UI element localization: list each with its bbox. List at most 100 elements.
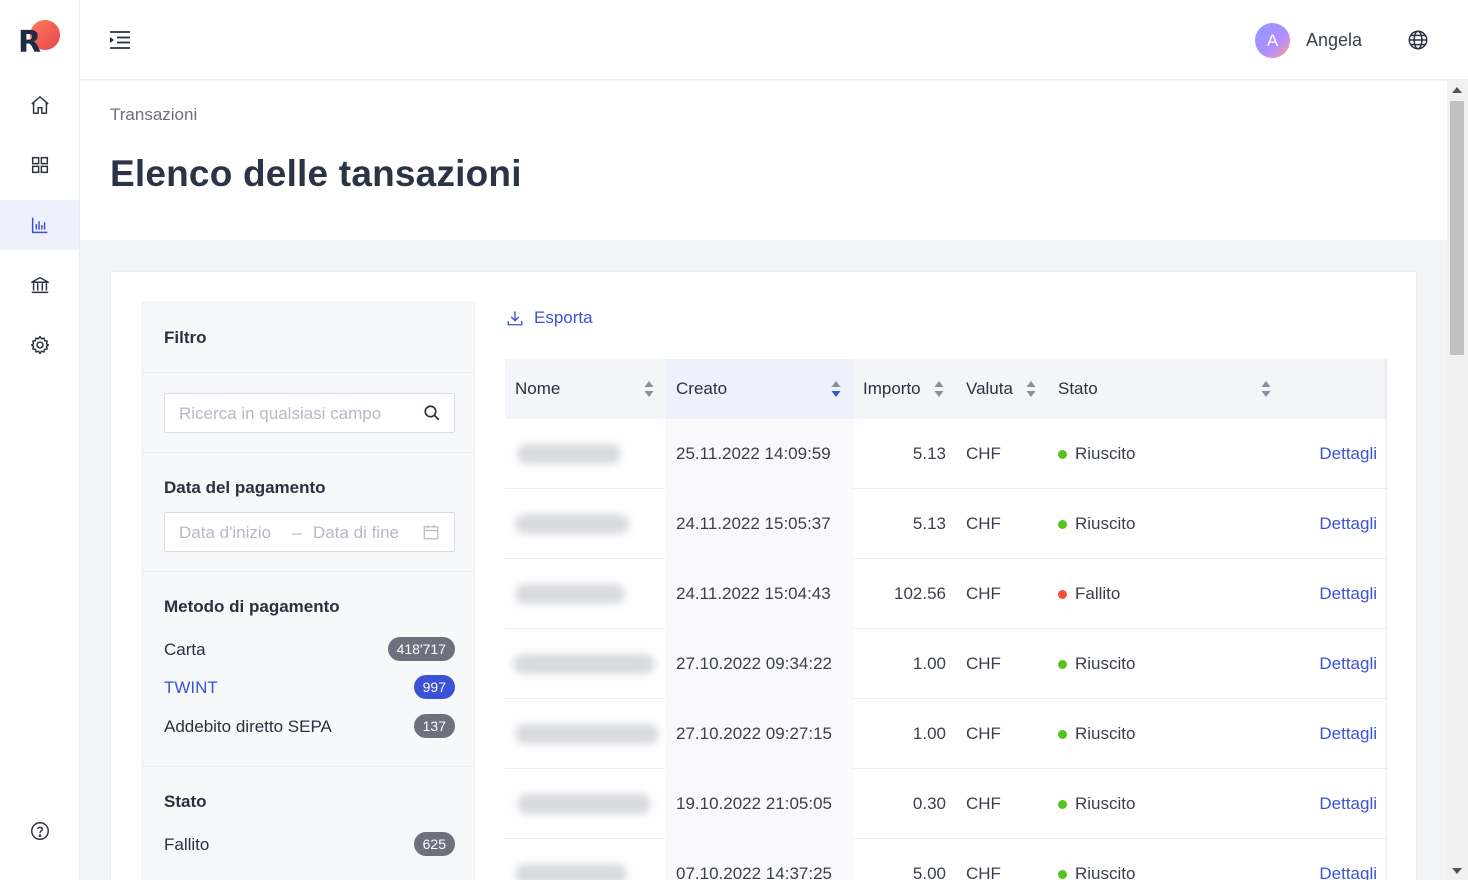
- status-label: Fallito: [164, 835, 210, 854]
- method-option-sepa[interactable]: Addebito diretto SEPA 137: [164, 714, 455, 740]
- cell-status: Riuscito: [1058, 699, 1258, 769]
- table-row[interactable]: 27.10.2022 09:27:15 1.00 CHF Riuscito De…: [505, 699, 1387, 769]
- table-header: Nome Creato Importo Valuta Stato: [505, 359, 1387, 419]
- search-placeholder: Ricerca in qualsiasi campo: [179, 404, 382, 423]
- status-option-failed[interactable]: Fallito 625: [164, 832, 455, 858]
- cell-amount: 1.00: [912, 654, 946, 673]
- column-header-name[interactable]: Nome: [505, 359, 665, 419]
- user-name[interactable]: Angela: [1306, 30, 1362, 51]
- export-button[interactable]: Esporta: [506, 305, 593, 331]
- grid-icon: [31, 156, 48, 174]
- table-row[interactable]: 27.10.2022 09:34:22 1.00 CHF Riuscito De…: [505, 629, 1387, 699]
- filter-panel: Filtro Ricerca in qualsiasi campo Data d…: [142, 302, 475, 880]
- column-label: Stato: [1058, 379, 1098, 398]
- table-edge-shadow: [1385, 359, 1389, 880]
- sort-icon[interactable]: [831, 380, 841, 398]
- table-row[interactable]: 24.11.2022 15:05:37 5.13 CHF Riuscito De…: [505, 489, 1387, 559]
- search-icon[interactable]: [423, 404, 441, 422]
- date-range-input[interactable]: Data d'inizio – Data di fine: [164, 512, 455, 552]
- filter-date-section: Data del pagamento Data d'inizio – Data …: [143, 453, 474, 572]
- status-success-dot: [1058, 869, 1067, 879]
- status-text: Riuscito: [1075, 654, 1136, 673]
- cell-created: 25.11.2022 14:09:59: [665, 419, 853, 489]
- method-label: TWINT: [164, 678, 218, 697]
- sidebar-item-settings[interactable]: [0, 320, 79, 370]
- home-icon: [30, 96, 49, 114]
- table-row[interactable]: 25.11.2022 14:09:59 5.13 CHF Riuscito De…: [505, 419, 1387, 489]
- column-header-amount[interactable]: Importo: [853, 359, 955, 419]
- sidebar-item-bank[interactable]: [0, 260, 79, 310]
- column-label: Importo: [863, 379, 921, 398]
- cell-amount: 5.13: [912, 444, 946, 463]
- date-separator: –: [292, 523, 302, 542]
- filter-status-section: Stato Fallito 625: [143, 767, 474, 880]
- menu-toggle-icon[interactable]: [108, 28, 132, 52]
- method-label: Addebito diretto SEPA: [164, 717, 332, 736]
- sort-icon[interactable]: [644, 380, 654, 398]
- cell-currency: CHF: [966, 444, 1001, 463]
- cell-created: 27.10.2022 09:34:22: [665, 629, 853, 699]
- cell-amount: 102.56: [894, 584, 946, 603]
- calendar-icon[interactable]: [422, 523, 440, 541]
- filter-status-title: Stato: [164, 792, 207, 811]
- avatar-initial: A: [1266, 30, 1279, 50]
- scroll-thumb[interactable]: [1450, 101, 1464, 355]
- page-scrollbar[interactable]: [1447, 81, 1468, 880]
- sort-icon[interactable]: [934, 380, 944, 398]
- filter-search-section: Ricerca in qualsiasi campo: [143, 373, 474, 453]
- status-success-dot: [1058, 449, 1067, 459]
- details-link[interactable]: Dettagli: [1305, 559, 1377, 629]
- status-text: Riuscito: [1075, 794, 1136, 813]
- filter-header: Filtro: [143, 303, 474, 373]
- breadcrumb[interactable]: Transazioni: [110, 105, 197, 125]
- search-input[interactable]: Ricerca in qualsiasi campo: [164, 393, 455, 433]
- details-link[interactable]: Dettagli: [1305, 699, 1377, 769]
- details-link[interactable]: Dettagli: [1305, 839, 1377, 880]
- filter-method-title: Metodo di pagamento: [164, 597, 340, 616]
- chart-icon: [31, 217, 47, 234]
- sidebar-item-help[interactable]: [0, 806, 79, 856]
- cell-created: 24.11.2022 15:04:43: [665, 559, 853, 629]
- details-link[interactable]: Dettagli: [1305, 769, 1377, 839]
- sort-icon[interactable]: [1261, 380, 1271, 398]
- redacted-name: [513, 654, 655, 674]
- logo-letter: R: [18, 25, 42, 60]
- column-label: Nome: [515, 379, 561, 398]
- sidebar-item-home[interactable]: [0, 80, 79, 130]
- table-row[interactable]: 19.10.2022 21:05:05 0.30 CHF Riuscito De…: [505, 769, 1387, 839]
- method-label: Carta: [164, 640, 206, 659]
- count-badge: 625: [413, 832, 455, 856]
- download-icon: [507, 311, 523, 326]
- top-bar: A Angela: [80, 0, 1468, 80]
- column-header-status[interactable]: Stato: [1047, 359, 1387, 419]
- details-link[interactable]: Dettagli: [1305, 419, 1377, 489]
- cell-amount: 5.00: [912, 864, 946, 880]
- table-row[interactable]: 24.11.2022 15:04:43 102.56 CHF Fallito D…: [505, 559, 1387, 629]
- cell-created: 19.10.2022 21:05:05: [665, 769, 853, 839]
- app-logo[interactable]: R: [18, 20, 62, 64]
- sidebar: R: [0, 0, 80, 880]
- cell-currency: CHF: [966, 864, 1001, 880]
- column-header-currency[interactable]: Valuta: [955, 359, 1047, 419]
- method-option-twint[interactable]: TWINT 997: [164, 675, 455, 701]
- details-link[interactable]: Dettagli: [1305, 489, 1377, 559]
- redacted-name: [517, 444, 621, 464]
- scroll-down-icon[interactable]: [1452, 868, 1462, 874]
- cell-amount: 1.00: [912, 724, 946, 743]
- cell-currency: CHF: [966, 514, 1001, 533]
- table-row[interactable]: 07.10.2022 14:37:25 5.00 CHF Riuscito De…: [505, 839, 1387, 880]
- cell-status: Riuscito: [1058, 419, 1258, 489]
- column-header-created[interactable]: Creato: [665, 359, 853, 419]
- status-success-dot: [1058, 659, 1067, 669]
- method-option-card[interactable]: Carta 418'717: [164, 637, 455, 663]
- scroll-up-icon[interactable]: [1452, 87, 1462, 93]
- redacted-name: [515, 584, 625, 604]
- user-avatar[interactable]: A: [1255, 23, 1290, 58]
- sidebar-item-dashboard[interactable]: [0, 140, 79, 190]
- cell-status: Riuscito: [1058, 489, 1258, 559]
- sidebar-item-transactions[interactable]: [0, 200, 79, 250]
- sort-icon[interactable]: [1026, 380, 1036, 398]
- filter-date-title: Data del pagamento: [164, 478, 326, 497]
- details-link[interactable]: Dettagli: [1305, 629, 1377, 699]
- globe-icon[interactable]: [1407, 29, 1429, 51]
